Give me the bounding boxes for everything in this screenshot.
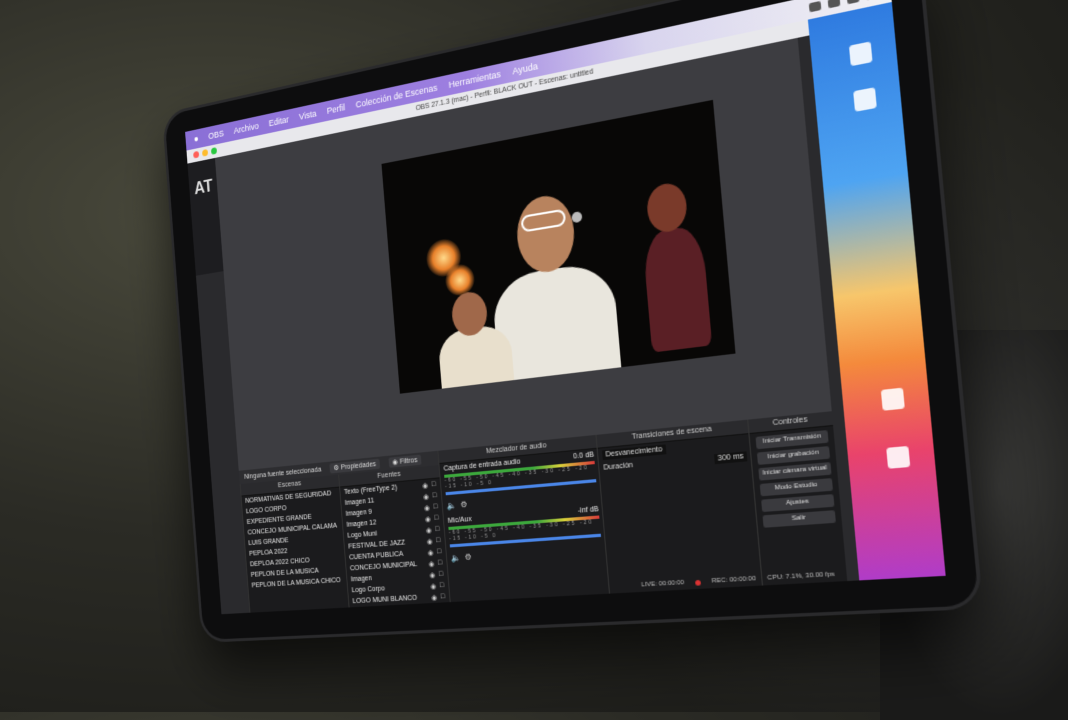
settings-button[interactable]: Ajustes xyxy=(761,494,834,512)
singer-right xyxy=(642,224,712,352)
microphone xyxy=(571,211,582,223)
zoom-window-icon[interactable] xyxy=(211,147,217,155)
minimize-window-icon[interactable] xyxy=(202,149,208,157)
left-logo-text: AT xyxy=(187,158,217,200)
desktop-file-icon[interactable] xyxy=(881,388,905,411)
menu-editar[interactable]: Editar xyxy=(268,114,289,128)
live-status: LIVE: 00:00:00 xyxy=(641,580,684,589)
sources-dock: Fuentes Texto (FreeType 2)◉□ Imagen 11◉□… xyxy=(338,465,450,607)
channel-db: 0.0 dB xyxy=(573,451,594,460)
mixer-channel: Mic/Aux-inf dB -60 -55 -50 -45 -40 -35 -… xyxy=(444,503,607,568)
studio-mode-button[interactable]: Modo Estudio xyxy=(760,478,833,496)
preview-canvas[interactable] xyxy=(381,100,735,394)
spotlight-icon[interactable] xyxy=(847,0,860,4)
duration-input[interactable]: 300 ms xyxy=(714,451,747,464)
channel-name: Mic/Aux xyxy=(448,516,472,525)
speaker-icon[interactable]: 🔈 xyxy=(451,553,461,563)
virtual-camera-button[interactable]: Iniciar cámara virtual xyxy=(758,462,831,481)
wifi-icon[interactable] xyxy=(809,1,822,13)
scenes-dock: Escenas NORMATIVAS DE SEGURIDAD LOGO COR… xyxy=(240,475,350,613)
window-controls xyxy=(193,147,217,158)
filters-button[interactable]: ◉ Filtros xyxy=(388,455,421,468)
audio-mixer-dock: Mezclador de audio Captura de entrada au… xyxy=(437,435,610,602)
desktop-file-icon[interactable] xyxy=(886,446,910,469)
laptop: ● OBS Archivo Editar Vista Perfil Colecc… xyxy=(165,0,980,640)
transitions-dock: Transiciones de escena Desvanecimiento D… xyxy=(595,420,763,594)
menu-archivo[interactable]: Archivo xyxy=(233,121,259,136)
battery-icon[interactable] xyxy=(828,0,841,8)
singer-right-head xyxy=(645,181,688,235)
menu-perfil[interactable]: Perfil xyxy=(326,102,345,116)
exit-button[interactable]: Salir xyxy=(763,510,836,528)
rec-status: REC: 00:00:00 xyxy=(711,576,756,585)
menu-ayuda[interactable]: Ayuda xyxy=(512,61,538,77)
gear-icon[interactable]: ⚙ xyxy=(464,552,472,562)
channel-db: -inf dB xyxy=(577,506,599,515)
duration-label: Duración xyxy=(603,462,633,474)
gear-icon[interactable]: ⚙ xyxy=(460,500,468,510)
menu-vista[interactable]: Vista xyxy=(299,108,317,121)
close-window-icon[interactable] xyxy=(193,151,199,159)
record-dot-icon xyxy=(695,579,701,585)
controls-dock: Controles Iniciar Transmisión Iniciar gr… xyxy=(747,411,847,585)
speaker-icon[interactable]: 🔈 xyxy=(446,501,456,511)
desktop-file-icon[interactable] xyxy=(853,87,877,112)
apple-menu-icon[interactable]: ● xyxy=(193,133,199,144)
menu-obs[interactable]: OBS xyxy=(208,128,224,141)
desktop-file-icon[interactable] xyxy=(849,41,873,66)
singer-center-head xyxy=(514,192,577,277)
cpu-status: CPU: 7.1%, 30.00 fps xyxy=(767,571,835,582)
